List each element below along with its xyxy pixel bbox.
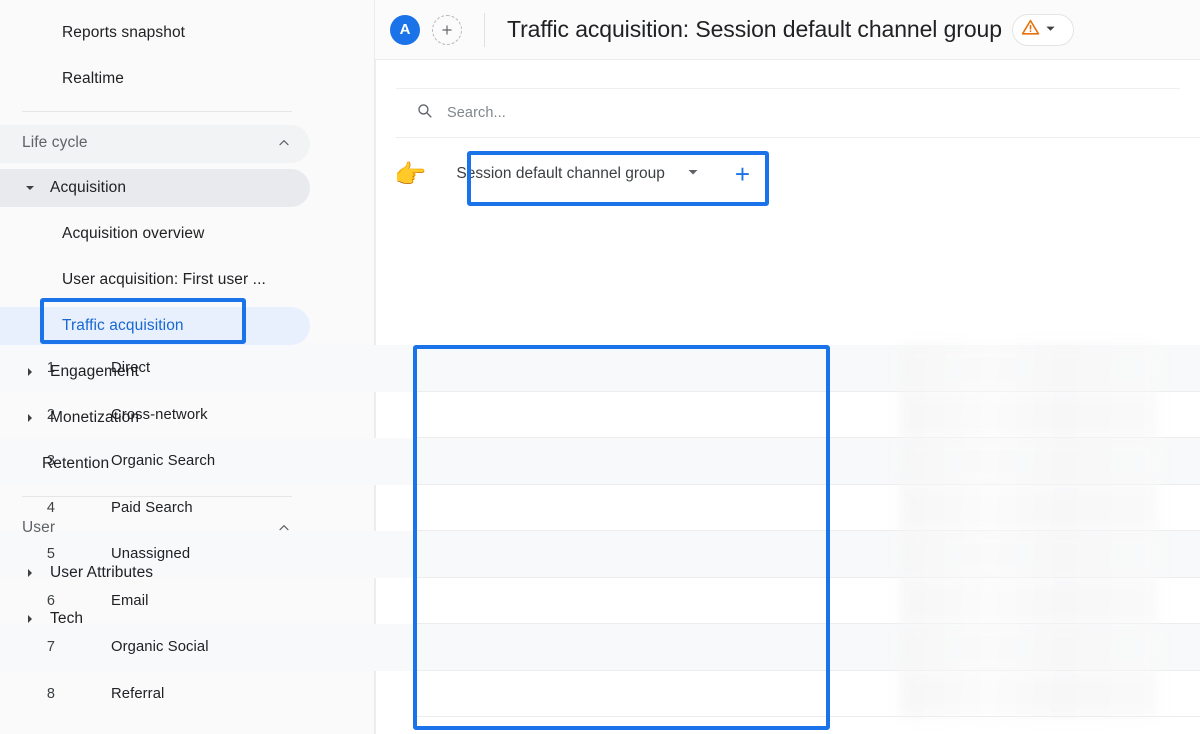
sidebar-divider-top bbox=[22, 111, 292, 112]
table-row[interactable]: 6 Email bbox=[0, 578, 1200, 625]
avatar[interactable]: A bbox=[390, 15, 420, 45]
redacted-metric-values bbox=[900, 671, 1158, 718]
sidebar-item-label: Retention bbox=[42, 455, 109, 473]
search-row[interactable]: Search... bbox=[376, 89, 1200, 137]
pointing-hand-icon: 👉 bbox=[394, 161, 426, 187]
redacted-metric-values bbox=[900, 485, 1158, 532]
table-row[interactable]: 1 Direct bbox=[0, 345, 1200, 392]
sidebar-item-user-acquisition[interactable]: User acquisition: First user ... bbox=[0, 257, 374, 303]
sidebar-item-label: User acquisition: First user ... bbox=[62, 271, 266, 289]
chevron-up-icon[interactable] bbox=[276, 135, 292, 151]
sidebar-item-label: Acquisition bbox=[50, 179, 126, 197]
chevron-down-icon[interactable] bbox=[1045, 21, 1056, 39]
warning-triangle-icon bbox=[1021, 18, 1040, 42]
analytics-report-screen: Reports snapshot Realtime Life cycle Acq… bbox=[0, 0, 1200, 734]
sidebar-item-realtime[interactable]: Realtime bbox=[0, 56, 374, 102]
sidebar-item-label: Acquisition overview bbox=[62, 225, 204, 243]
row-divider bbox=[413, 716, 1200, 717]
sidebar-section-label: Life cycle bbox=[22, 134, 88, 152]
redacted-metric-values bbox=[900, 345, 1158, 392]
table-row[interactable]: 8 Referral bbox=[0, 671, 1200, 718]
sidebar-item-label: Tech bbox=[50, 610, 83, 628]
redacted-metric-values bbox=[900, 531, 1158, 578]
row-dimension[interactable]: Organic Social bbox=[75, 639, 209, 655]
add-comparison-button[interactable] bbox=[432, 15, 462, 45]
redacted-metric-values bbox=[900, 438, 1158, 485]
sidebar-item-label: Engagement bbox=[50, 363, 139, 381]
row-dimension[interactable]: Paid Search bbox=[75, 500, 193, 516]
sidebar-item-label: Reports snapshot bbox=[62, 24, 185, 42]
dimension-dropdown[interactable]: Session default channel group bbox=[440, 154, 711, 194]
sidebar-item-label: Traffic acquisition bbox=[62, 317, 184, 335]
sidebar-section-label: User bbox=[22, 519, 55, 537]
table-row[interactable]: 3 Organic Search bbox=[0, 438, 1200, 485]
row-rank: 6 bbox=[0, 593, 75, 609]
table-row[interactable]: 4 Paid Search bbox=[0, 485, 1200, 532]
chevron-up-icon[interactable] bbox=[276, 520, 292, 536]
row-dimension[interactable]: Email bbox=[75, 593, 149, 609]
sidebar-item-label: Monetization bbox=[50, 409, 139, 427]
redacted-metric-values bbox=[900, 578, 1158, 625]
caret-right-icon[interactable] bbox=[18, 567, 42, 579]
sidebar-item-label: User Attributes bbox=[50, 564, 153, 582]
row-rank: 5 bbox=[0, 546, 75, 562]
dimension-dropdown-label: Session default channel group bbox=[456, 165, 665, 183]
row-dimension[interactable]: Unassigned bbox=[75, 546, 190, 562]
data-warning-button[interactable] bbox=[1012, 14, 1074, 46]
redacted-metric-values bbox=[900, 624, 1158, 671]
dimension-row: 👉 Session default channel group + bbox=[376, 138, 1200, 210]
add-dimension-button[interactable]: + bbox=[735, 161, 750, 187]
sidebar-item-reports-snapshot[interactable]: Reports snapshot bbox=[0, 10, 374, 56]
chevron-down-icon[interactable] bbox=[687, 165, 699, 183]
redacted-metric-values bbox=[900, 392, 1158, 439]
page-title: Traffic acquisition: Session default cha… bbox=[507, 16, 1002, 43]
top-bar: A Traffic acquisition: Session default c… bbox=[375, 0, 1200, 60]
caret-right-icon[interactable] bbox=[18, 613, 42, 625]
caret-right-icon[interactable] bbox=[18, 412, 42, 424]
search-input[interactable]: Search... bbox=[447, 105, 506, 121]
sidebar-item-acquisition-overview[interactable]: Acquisition overview bbox=[0, 211, 374, 257]
row-rank: 8 bbox=[0, 686, 75, 702]
row-rank: 7 bbox=[0, 639, 75, 655]
sidebar-item-acquisition[interactable]: Acquisition bbox=[0, 165, 374, 211]
table-row[interactable]: 5 Unassigned bbox=[0, 531, 1200, 578]
nav-pill bbox=[0, 169, 310, 207]
report-table: 1 Direct 2 Cross-network 3 Organic Searc… bbox=[0, 345, 1200, 717]
table-row[interactable]: 7 Organic Social bbox=[0, 624, 1200, 671]
caret-down-icon[interactable] bbox=[18, 182, 42, 194]
search-icon bbox=[416, 102, 433, 124]
topbar-divider bbox=[484, 13, 485, 47]
main-content: A Traffic acquisition: Session default c… bbox=[375, 0, 1200, 734]
row-dimension[interactable]: Referral bbox=[75, 686, 164, 702]
caret-right-icon[interactable] bbox=[18, 366, 42, 378]
sidebar-section-life-cycle[interactable]: Life cycle bbox=[0, 121, 374, 165]
sidebar-item-traffic-acquisition[interactable]: Traffic acquisition bbox=[0, 303, 374, 349]
sidebar-item-label: Realtime bbox=[62, 70, 124, 88]
table-row[interactable]: 2 Cross-network bbox=[0, 392, 1200, 439]
row-rank: 4 bbox=[0, 500, 75, 516]
